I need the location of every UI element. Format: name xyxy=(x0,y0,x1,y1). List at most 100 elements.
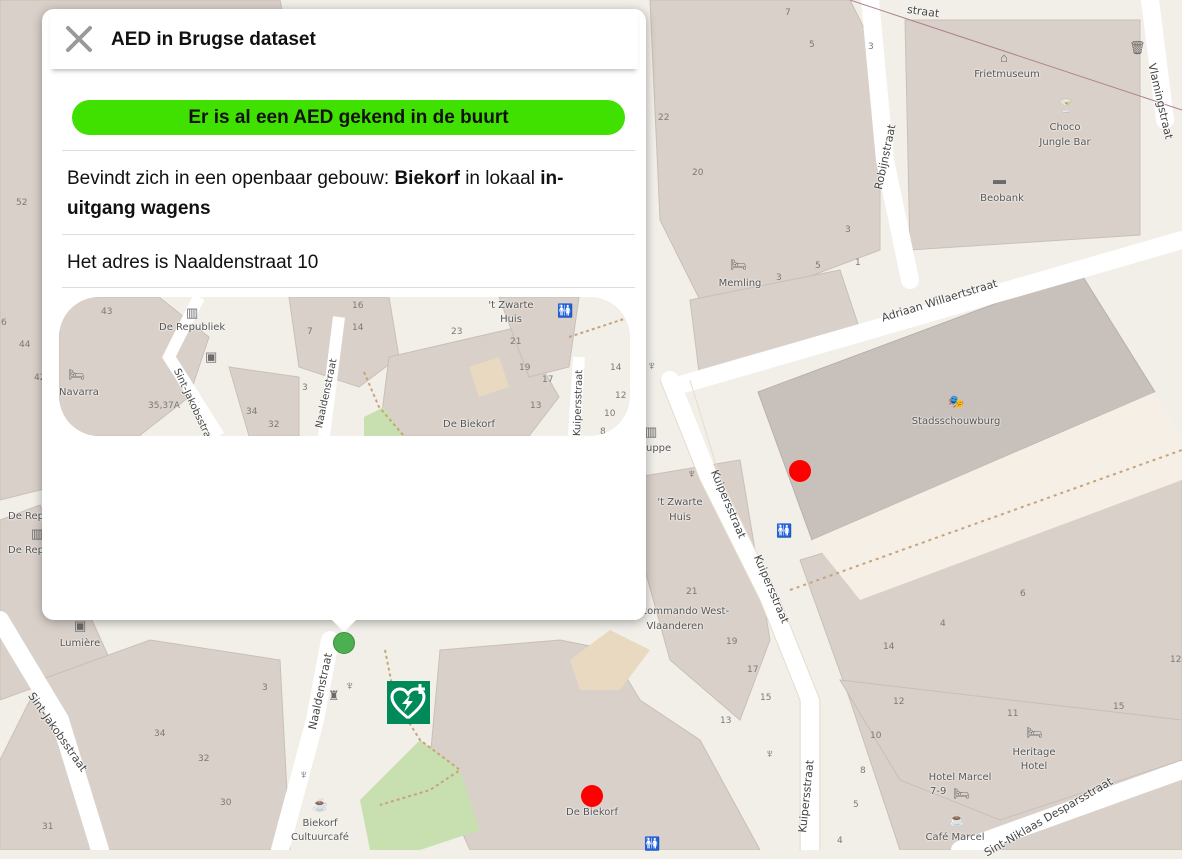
hotel-bed-icon: 🛏 xyxy=(68,367,85,382)
mini-place-label: 't Zwarte Huis xyxy=(488,300,534,325)
close-icon[interactable] xyxy=(64,24,94,54)
location-mid: in lokaal xyxy=(459,168,541,189)
mini-house-number: 19 xyxy=(519,363,531,373)
place-label: Lumière xyxy=(59,638,101,649)
mini-house-number: 16 xyxy=(352,301,364,311)
house-number: 3 xyxy=(776,273,782,283)
museum-icon: ⌂ xyxy=(1000,50,1008,65)
library-icon: ▥ xyxy=(186,305,199,320)
place-label: De Rep xyxy=(8,511,45,522)
toilets-icon: 🚻 xyxy=(557,303,574,318)
library-icon: ▥ xyxy=(645,424,658,439)
place-label: 't Zwarte Huis xyxy=(657,497,703,523)
house-number: 30 xyxy=(220,798,232,808)
mini-house-number: 10 xyxy=(604,409,616,419)
mini-house-number: 7 xyxy=(307,327,313,337)
place-label: uppe xyxy=(646,443,672,454)
mini-map[interactable]: De Republiek Navarra 't Zwarte Huis De B… xyxy=(59,297,630,436)
house-number: 21 xyxy=(686,587,698,597)
cinema-icon: ▣ xyxy=(74,618,87,633)
house-number: 19 xyxy=(726,637,738,647)
house-number: 12 xyxy=(893,697,905,707)
house-number: 32 xyxy=(198,754,210,764)
location-prefix: Bevindt zich in een openbaar gebouw: xyxy=(67,168,395,189)
toilets-icon: 🚻 xyxy=(776,523,793,538)
mini-house-number: 23 xyxy=(451,327,463,337)
divider xyxy=(62,234,635,235)
aed-defibrillator-icon[interactable] xyxy=(387,681,430,724)
divider xyxy=(62,287,635,288)
place-label: Beobank xyxy=(980,193,1024,204)
place-label: De Biekorf xyxy=(565,807,619,818)
house-number: 5 xyxy=(809,40,815,50)
house-number: 15 xyxy=(760,693,772,703)
mini-house-number: 17 xyxy=(542,375,554,385)
mini-house-number: 32 xyxy=(268,420,280,430)
mini-house-number: 21 xyxy=(510,337,522,347)
place-label: Hotel Marcel xyxy=(928,772,992,783)
house-number: 6 xyxy=(1020,589,1026,599)
divider xyxy=(62,150,635,151)
mini-place-label: Navarra xyxy=(59,387,99,398)
house-number: 3 xyxy=(262,683,268,693)
house-number: 44 xyxy=(19,340,31,350)
place-label: Memling xyxy=(718,278,762,289)
house-number: 17 xyxy=(747,665,759,675)
mini-map-basemap xyxy=(59,297,630,436)
house-number: 12 xyxy=(1170,655,1182,665)
house-number: 11 xyxy=(1007,709,1019,719)
house-number: 7 xyxy=(785,8,791,18)
aed-marker-red[interactable] xyxy=(789,460,811,482)
house-number: 5 xyxy=(853,800,859,810)
hotel-bed-icon: 🛏 xyxy=(1026,725,1043,740)
house-number: 4 xyxy=(837,836,843,846)
street-lamp-icon: ♆ xyxy=(299,767,309,782)
mini-house-number: 14 xyxy=(352,323,364,333)
aed-marker-red[interactable] xyxy=(581,785,603,807)
hotel-bed-icon: 🛏 xyxy=(730,257,747,272)
place-label: Stadsschouwburg xyxy=(911,416,1001,427)
close-button[interactable] xyxy=(64,24,94,54)
mini-house-number: 35,37A xyxy=(148,401,180,411)
place-label: De Rep xyxy=(8,545,45,556)
aed-marker-selected[interactable] xyxy=(333,632,355,654)
theatre-icon: 🎭 xyxy=(948,394,965,409)
house-number: 5 xyxy=(815,261,821,271)
mini-house-number: 8 xyxy=(600,427,606,436)
house-number: 3 xyxy=(868,42,874,52)
address-text: Het adres is Naaldenstraat 10 xyxy=(67,252,319,273)
popup-title: AED in Brugse dataset xyxy=(111,29,316,50)
location-info: Bevindt zich in een openbaar gebouw: Bie… xyxy=(67,164,612,224)
house-number: 13 xyxy=(720,716,732,726)
hotel-bed-icon: 🛏 xyxy=(953,786,970,801)
house-number: 31 xyxy=(42,822,54,832)
place-label: 7-9 xyxy=(930,786,947,797)
house-number: 14 xyxy=(883,642,895,652)
mini-house-number: 12 xyxy=(615,391,627,401)
trash-can-icon: 🗑 xyxy=(1129,40,1146,55)
house-number: 3 xyxy=(845,225,851,235)
place-label: Café Marcel xyxy=(925,832,985,843)
house-number: 52 xyxy=(16,198,28,208)
mini-house-number: 13 xyxy=(530,401,542,411)
house-number: 20 xyxy=(692,168,704,178)
house-number: 34 xyxy=(154,729,166,739)
house-number: 10 xyxy=(870,731,882,741)
street-lamp-icon: ♆ xyxy=(765,746,775,761)
place-label: Biekorf Cultuurcafé xyxy=(291,818,349,843)
mini-place-label: De Republiek xyxy=(159,322,226,333)
mini-place-label: De Biekorf xyxy=(443,419,496,430)
house-number: 1 xyxy=(855,258,861,268)
mini-house-number: 34 xyxy=(246,407,258,417)
house-number: 22 xyxy=(658,113,670,123)
cinema-icon: ▣ xyxy=(205,349,218,364)
cafe-icon: ☕ xyxy=(312,797,329,812)
bank-icon: ▬ xyxy=(993,172,1006,187)
street-lamp-icon: ♆ xyxy=(687,466,697,481)
cafe-icon: ☕ xyxy=(949,812,966,827)
aed-popup: AED in Brugse dataset Er is al een AED g… xyxy=(42,9,646,632)
mini-street-label: Kuipersstraat xyxy=(572,369,586,436)
house-number: 4 xyxy=(940,619,946,629)
place-label: Frietmuseum xyxy=(974,69,1040,80)
house-number: 15 xyxy=(1113,702,1125,712)
